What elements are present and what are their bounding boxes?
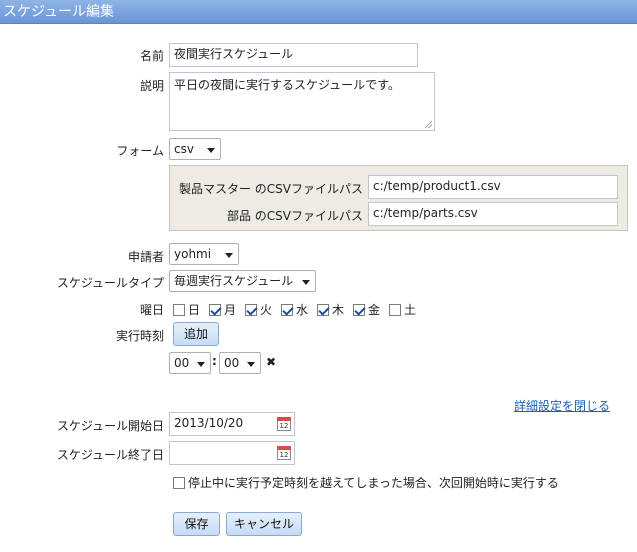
- minute-select[interactable]: 00: [219, 352, 261, 374]
- weekday-checkbox[interactable]: [317, 304, 329, 316]
- name-input[interactable]: 夜間実行スケジュール: [169, 43, 418, 67]
- form-select[interactable]: csv: [169, 138, 221, 160]
- hour-select-value: 00: [174, 356, 190, 370]
- weekday-mon-label: 月: [224, 303, 237, 317]
- schedule-type-select-value: 毎週実行スケジュール: [174, 274, 294, 288]
- weekday-tue[interactable]: 火: [245, 301, 272, 318]
- weekday-checkbox[interactable]: [353, 304, 365, 316]
- remove-time-icon[interactable]: ✖: [266, 355, 276, 369]
- product-csv-label: 製品マスター のCSVファイルパス: [178, 182, 363, 196]
- weekday-mon[interactable]: 月: [209, 301, 236, 318]
- calendar-icon[interactable]: 12: [277, 417, 291, 431]
- description-text: 平日の夜間に実行するスケジュールです。: [174, 78, 400, 92]
- weekday-checkbox[interactable]: [173, 304, 185, 316]
- calendar-icon[interactable]: 12: [277, 446, 291, 460]
- description-textarea[interactable]: 平日の夜間に実行するスケジュールです。: [169, 72, 435, 131]
- catchup-checkbox[interactable]: [173, 477, 185, 489]
- requester-select[interactable]: yohmi: [169, 243, 239, 265]
- weekday-tue-label: 火: [260, 303, 273, 317]
- start-date-label: スケジュール開始日: [56, 419, 164, 433]
- end-date-label: スケジュール終了日: [56, 448, 164, 462]
- parts-csv-input[interactable]: c:/temp/parts.csv: [368, 202, 618, 226]
- weekday-thu-label: 木: [332, 303, 345, 317]
- form-select-value: csv: [174, 142, 194, 156]
- requester-label: 申請者: [127, 250, 164, 264]
- save-button[interactable]: 保存: [173, 512, 220, 536]
- weekday-sun[interactable]: 日: [173, 301, 200, 318]
- chevron-down-icon: [302, 280, 310, 285]
- exec-time-label: 実行時刻: [115, 329, 164, 343]
- cancel-button[interactable]: キャンセル: [226, 512, 302, 536]
- weekday-checkbox[interactable]: [245, 304, 257, 316]
- description-label: 説明: [139, 79, 164, 93]
- requester-select-value: yohmi: [174, 247, 212, 261]
- weekday-checkbox[interactable]: [209, 304, 221, 316]
- weekday-fri-label: 金: [368, 303, 381, 317]
- chevron-down-icon: [207, 148, 215, 153]
- chevron-down-icon: [225, 253, 233, 258]
- product-csv-input[interactable]: c:/temp/product1.csv: [368, 175, 618, 199]
- weekday-sun-label: 日: [188, 303, 201, 317]
- catchup-label: 停止中に実行予定時刻を越えてしまった場合、次回開始時に実行する: [188, 476, 559, 490]
- weekday-label: 曜日: [139, 303, 164, 317]
- minute-select-value: 00: [224, 356, 240, 370]
- resize-grip-icon[interactable]: [425, 121, 432, 128]
- time-separator: :: [212, 354, 217, 368]
- add-time-button[interactable]: 追加: [173, 322, 219, 346]
- weekday-wed[interactable]: 水: [281, 301, 308, 318]
- weekday-wed-label: 水: [296, 303, 309, 317]
- name-label: 名前: [139, 49, 164, 63]
- catchup-option[interactable]: 停止中に実行予定時刻を越えてしまった場合、次回開始時に実行する: [173, 474, 559, 491]
- weekday-checkbox[interactable]: [389, 304, 401, 316]
- weekday-fri[interactable]: 金: [353, 301, 380, 318]
- hour-select[interactable]: 00: [169, 352, 211, 374]
- window-title: スケジュール編集: [0, 0, 637, 24]
- form-label: フォーム: [116, 144, 164, 158]
- schedule-type-select[interactable]: 毎週実行スケジュール: [169, 270, 316, 292]
- weekday-thu[interactable]: 木: [317, 301, 344, 318]
- schedule-type-label: スケジュールタイプ: [56, 276, 164, 290]
- close-advanced-settings-link[interactable]: 詳細設定を閉じる: [514, 397, 610, 414]
- weekday-sat[interactable]: 土: [389, 301, 416, 318]
- weekday-checkbox[interactable]: [281, 304, 293, 316]
- parts-csv-label: 部品 のCSVファイルパス: [226, 209, 363, 223]
- chevron-down-icon: [247, 362, 255, 367]
- chevron-down-icon: [197, 362, 205, 367]
- weekday-sat-label: 土: [404, 303, 417, 317]
